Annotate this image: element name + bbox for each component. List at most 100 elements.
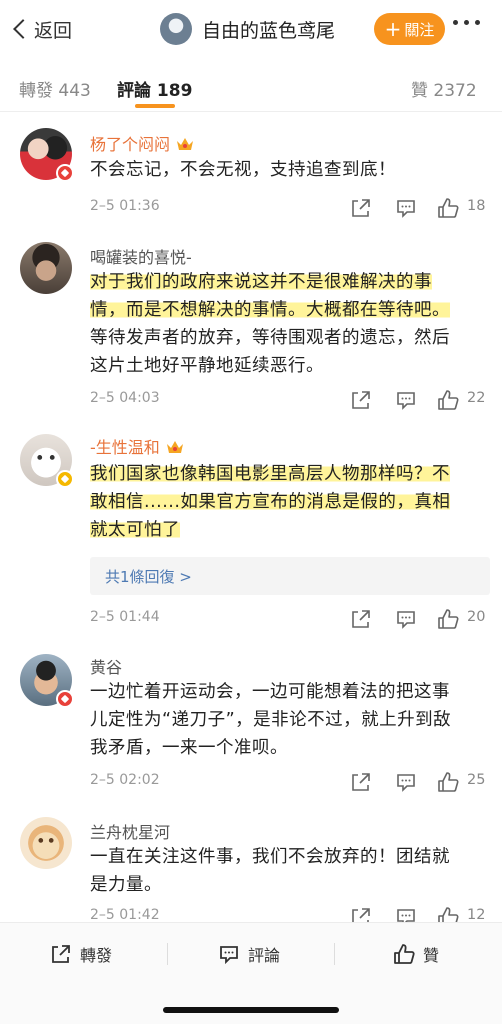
comment-line: 敢相信......如果官方宣布的消息是假的，真相 [90,488,490,516]
tab-reposts-label: 轉發 [19,81,53,101]
divider [334,943,335,965]
comment-meta: 2–5 04:03 22 [90,389,490,411]
comment-time: 2–5 01:36 [90,198,160,214]
tab-comments-count: 189 [156,81,193,101]
highlighted-text: 我们国家也像韩国电影里高层人物那样吗？不 [90,464,450,484]
like-icon[interactable] [437,389,459,411]
tab-likes-label: 贊 [411,81,428,101]
comment-label: 評論 [248,946,281,965]
top-bar: 返回 自由的蓝色鸢尾 + 關注 [0,0,502,58]
active-tab-indicator [135,104,175,108]
highlighted-text: 敢相信......如果官方宣布的消息是假的，真相 [90,492,451,512]
tab-bar: 轉發 443 評論 189 贊 2372 [0,58,502,112]
avatar[interactable] [20,654,74,708]
like-button[interactable]: 贊 [393,941,439,967]
avatar[interactable] [20,817,72,869]
comment-author-name: 黄谷 [90,658,123,677]
verified-icon [56,164,74,182]
back-button[interactable]: 返回 [12,14,72,44]
comment-line: 对于我们的政府来说这并不是很难解决的事 [90,268,490,296]
repost-label: 轉發 [80,946,113,965]
highlighted-text: 对于我们的政府来说这并不是很难解决的事 [90,272,432,292]
comment-author[interactable]: 喝罐装的喜悦- [90,244,192,268]
tab-reposts[interactable]: 轉發 443 [19,76,91,101]
reply-icon[interactable] [395,197,417,219]
highlighted-text: 情，而是不想解决的事情。大概都在等待吧。 [90,300,450,320]
comment-time: 2–5 01:42 [90,907,160,923]
comment-line: 一边忙着开运动会，一边可能想着法的把这事 [90,682,450,702]
share-icon[interactable] [350,771,372,793]
plus-icon: + [384,17,402,41]
comment-text: 不会忘记，不会无视，支持追查到底！ [90,156,490,184]
bottom-action-bar: 轉發 評論 贊 [0,922,502,1024]
replies-box[interactable]: 共1條回復 > [90,557,490,595]
divider [167,943,168,965]
reply-icon [220,946,238,965]
comment-author-name: 兰舟枕星河 [90,823,171,842]
like-label: 贊 [423,946,440,965]
tab-comments-label: 評論 [117,81,151,101]
share-icon[interactable] [350,389,372,411]
comment-time: 2–5 01:44 [90,609,160,625]
like-icon[interactable] [437,197,459,219]
avatar[interactable] [20,128,74,182]
comment-text: 一边忙着开运动会，一边可能想着法的把这事 儿定性为“递刀子”，是非论不过，就上升… [90,678,490,762]
highlighted-text: 就太可怕了 [90,520,180,540]
comment-line: 是力量。 [90,875,162,895]
like-icon [394,944,415,964]
tab-reposts-count: 443 [58,81,91,101]
comment-author-name: -生性温和 [90,438,160,457]
comment-meta: 2–5 01:36 18 [90,197,490,219]
comment-text: 我们国家也像韩国电影里高层人物那样吗？不 敢相信......如果官方宣布的消息是… [90,460,490,544]
more-icon[interactable] [453,20,480,25]
comment-time: 2–5 02:02 [90,772,160,788]
repost-button[interactable]: 轉發 [50,941,112,967]
chevron-left-icon [13,19,33,39]
comment-line: 不会忘记，不会无视，支持追查到底！ [90,160,396,180]
author-avatar[interactable] [160,13,192,45]
avatar[interactable] [20,434,74,488]
share-icon[interactable] [350,197,372,219]
comment-author-name: 杨了个闷闷 [90,135,171,154]
follow-label: 關注 [404,20,435,39]
comment-author[interactable]: 兰舟枕星河 [90,819,170,843]
comment-line: 情，而是不想解决的事情。大概都在等待吧。 [90,296,490,324]
like-count: 25 [467,772,486,788]
page-title-group[interactable]: 自由的蓝色鸢尾 [160,12,335,46]
share-icon[interactable] [350,608,372,630]
comment-author[interactable]: 杨了个闷闷 [90,131,194,155]
tab-likes[interactable]: 贊 2372 [411,76,477,101]
comment-author-name: 喝罐装的喜悦- [90,248,192,267]
home-indicator[interactable] [163,1007,339,1013]
comment-author[interactable]: 黄谷 [90,654,122,678]
page-title: 自由的蓝色鸢尾 [202,19,336,42]
tab-likes-count: 2372 [433,81,477,101]
like-count: 22 [467,390,486,406]
comment-line: 我们国家也像韩国电影里高层人物那样吗？不 [90,460,490,488]
view-replies-link[interactable]: 共1條回復 > [105,566,192,587]
comment-text: 对于我们的政府来说这并不是很难解决的事 情，而是不想解决的事情。大概都在等待吧。… [90,268,490,380]
share-icon [52,945,70,963]
comment-line: 就太可怕了 [90,516,490,544]
verified-icon [56,690,74,708]
comment-line: 一直在关注这件事，我们不会放弃的！团结就 [90,847,450,867]
comment-line: 等待发声者的放弃，等待围观者的遗忘，然后 [90,328,450,348]
comment-line: 这片土地好平静地延续恶行。 [90,356,324,376]
comment-text: 一直在关注这件事，我们不会放弃的！团结就 是力量。 [90,843,490,899]
reply-icon[interactable] [395,608,417,630]
reply-icon[interactable] [395,771,417,793]
like-count: 18 [467,198,486,214]
comment-meta: 2–5 01:44 20 [90,608,490,630]
comment-meta: 2–5 02:02 25 [90,771,490,793]
comment-button[interactable]: 評論 [218,941,280,967]
reply-icon[interactable] [395,389,417,411]
back-label: 返回 [34,19,73,42]
avatar[interactable] [20,242,72,294]
follow-button[interactable]: + 關注 [374,13,445,45]
comment-line: 我矛盾，一来一个准呗。 [90,738,288,758]
comment-author[interactable]: -生性温和 [90,434,184,458]
like-icon[interactable] [437,771,459,793]
verified-icon [56,470,74,488]
like-icon[interactable] [437,608,459,630]
tab-comments[interactable]: 評論 189 [117,76,192,101]
